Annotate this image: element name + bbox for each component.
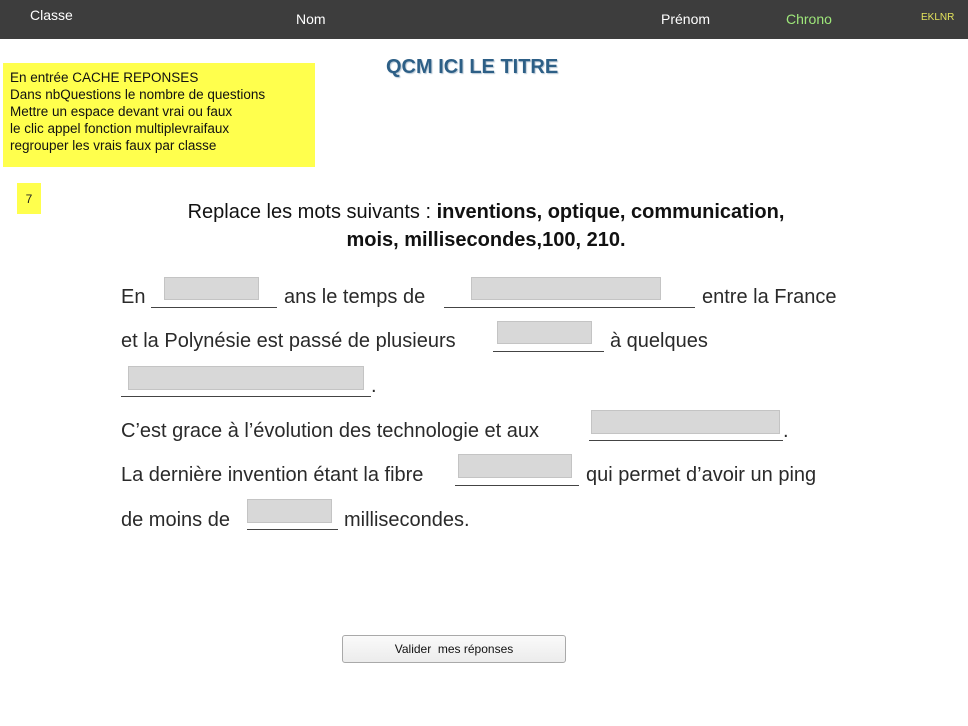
text-fragment: La dernière invention étant la fibre xyxy=(121,464,424,486)
text-fragment: C’est grace à l’évolution des technologi… xyxy=(121,420,540,442)
note-line: En entrée CACHE REPONSES xyxy=(10,70,199,85)
nom-label: Nom xyxy=(296,11,326,27)
note-line: Dans nbQuestions le nombre de questions xyxy=(10,87,266,102)
text-fragment: En xyxy=(121,286,146,308)
answer-field-1[interactable] xyxy=(164,277,259,300)
chrono-label: Chrono xyxy=(786,11,832,27)
text-fragment: et la Polynésie est passé de plusieurs xyxy=(121,330,456,352)
answer-field-7[interactable] xyxy=(247,499,332,523)
text-fragment: qui permet d’avoir un ping xyxy=(586,464,817,486)
note-line: Mettre un espace devant vrai ou faux xyxy=(10,104,233,119)
prenom-label: Prénom xyxy=(661,11,711,27)
blank-underline xyxy=(121,396,371,397)
text-fragment: à quelques xyxy=(610,330,708,352)
text-fragment: de moins de xyxy=(121,509,230,531)
blank-underline xyxy=(589,440,783,441)
text-fragment: . xyxy=(783,420,789,442)
text-fragment: . xyxy=(371,375,377,397)
answer-field-2[interactable] xyxy=(471,277,661,300)
page-title: QCM ICI LE TITRE xyxy=(386,56,559,78)
instruction-prefix: Replace les mots suivants : xyxy=(187,201,437,223)
word-list-line2: mois, millisecondes,100, 210. xyxy=(346,229,626,251)
answer-field-6[interactable] xyxy=(458,454,572,478)
top-bar: Classe Nom Prénom Chrono EKLNR xyxy=(0,0,968,39)
session-code: EKLNR xyxy=(921,12,955,23)
answer-field-4[interactable] xyxy=(128,366,364,390)
blank-underline xyxy=(247,529,338,530)
text-fragment: ans le temps de xyxy=(284,286,426,308)
blank-underline xyxy=(444,307,695,308)
question-number-badge: 7 xyxy=(17,183,41,214)
text-fragment: entre la France xyxy=(702,286,837,308)
question-instruction: Replace les mots suivants : inventions, … xyxy=(130,198,842,254)
text-fragment: millisecondes. xyxy=(344,509,470,531)
blank-underline xyxy=(455,485,579,486)
answer-field-3[interactable] xyxy=(497,321,592,344)
answer-field-5[interactable] xyxy=(591,410,780,434)
word-list-line1: inventions, optique, communication, xyxy=(436,201,785,223)
blank-underline xyxy=(493,351,604,352)
note-line: le clic appel fonction multiplevraifaux xyxy=(10,121,230,136)
instructions-note: En entrée CACHE REPONSES Dans nbQuestion… xyxy=(3,63,315,167)
classe-label: Classe xyxy=(30,7,73,23)
note-line: regrouper les vrais faux par classe xyxy=(10,138,217,153)
submit-answers-button[interactable]: Valider mes réponses xyxy=(342,635,566,663)
blank-underline xyxy=(151,307,277,308)
